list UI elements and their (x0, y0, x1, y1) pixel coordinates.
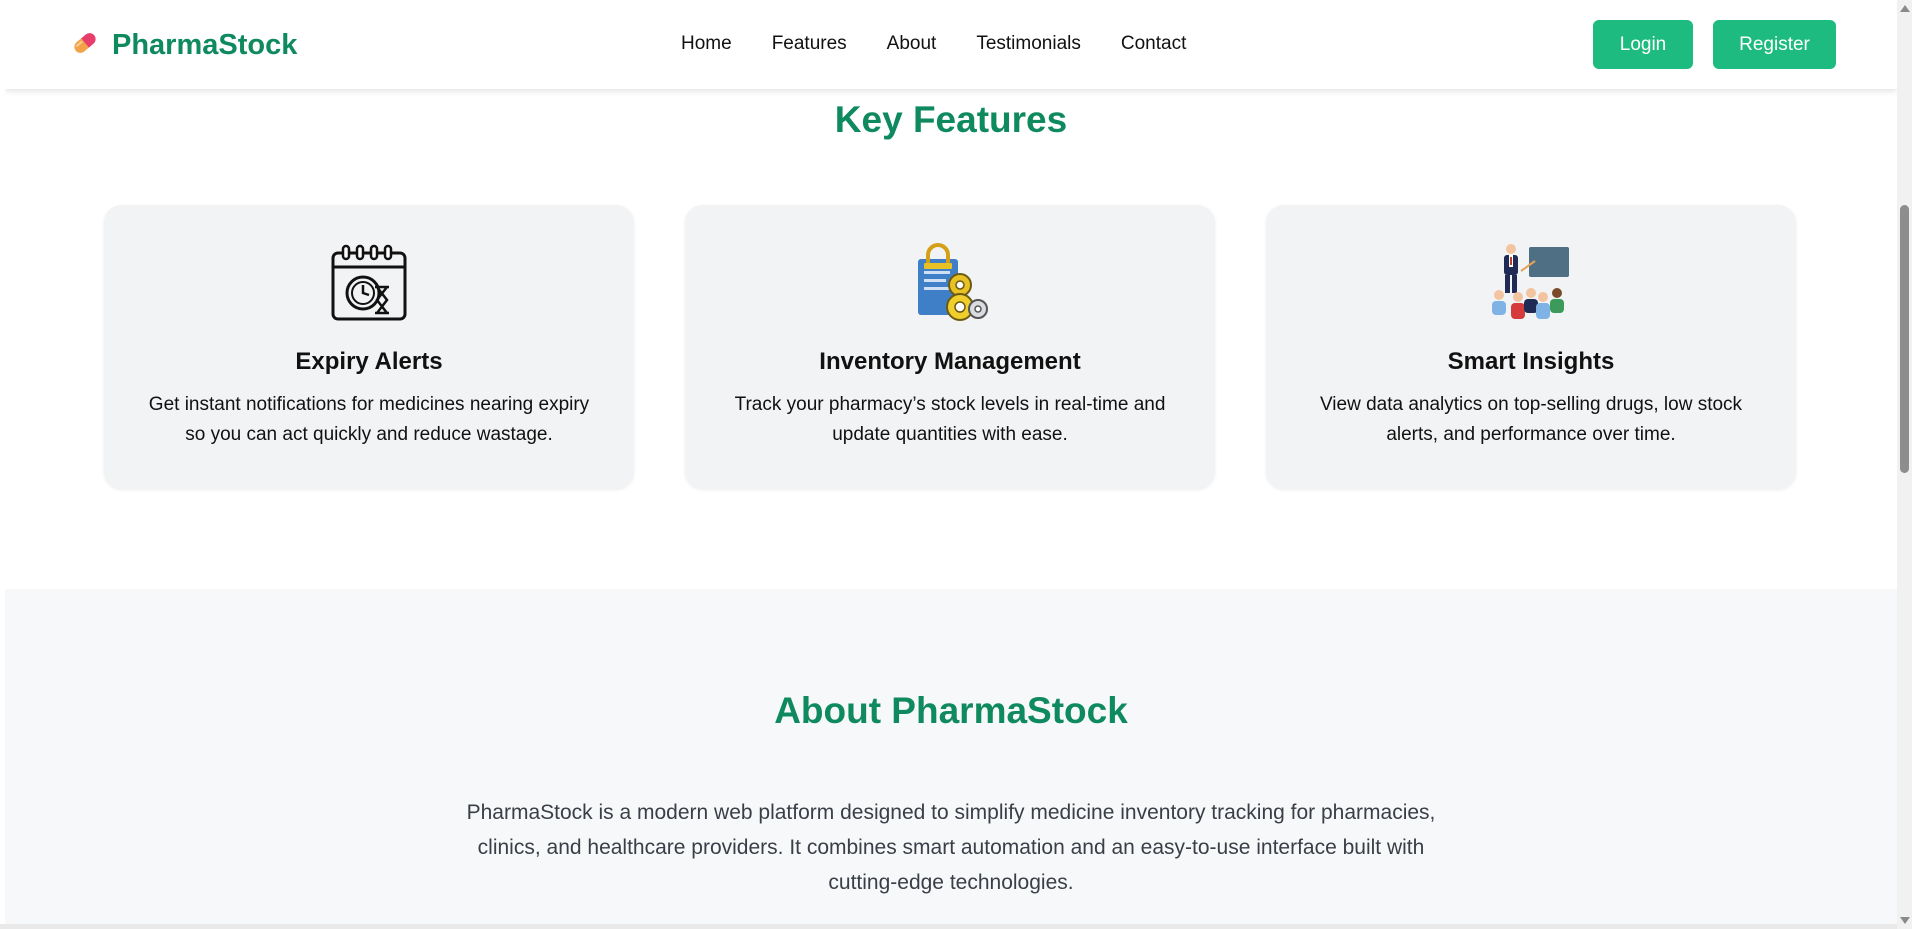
nav-link-testimonials[interactable]: Testimonials (976, 33, 1081, 55)
vertical-scrollbar[interactable] (1897, 0, 1912, 929)
presentation-audience-icon (1491, 243, 1571, 323)
features-section: Key Features Expiry Alerts Get instant n (5, 89, 1897, 589)
about-description: PharmaStock is a modern web platform des… (466, 801, 1436, 894)
inventory-lock-gear-icon (910, 243, 990, 323)
about-section: About PharmaStock PharmaStock is a moder… (5, 589, 1897, 924)
brand[interactable]: PharmaStock (70, 28, 297, 63)
about-title: About PharmaStock (774, 690, 1128, 731)
feature-card-expiry-alerts: Expiry Alerts Get instant notifications … (104, 205, 634, 489)
feature-card-description: View data analytics on top-selling drugs… (1319, 394, 1743, 445)
features-title: Key Features (834, 99, 1068, 140)
feature-card-description: Get instant notifications for medicines … (148, 394, 590, 445)
feature-card-title: Smart Insights (1447, 348, 1615, 375)
window-bottom-edge (0, 924, 1897, 929)
nav-link-home[interactable]: Home (681, 33, 732, 55)
feature-card-inventory-management: Inventory Management Track your pharmacy… (685, 205, 1215, 489)
nav-link-about[interactable]: About (887, 33, 937, 55)
page-viewport: PharmaStock Home Features About Testimon… (5, 0, 1897, 924)
login-button[interactable]: Login (1593, 20, 1693, 69)
navbar: PharmaStock Home Features About Testimon… (5, 0, 1897, 89)
feature-card-title: Inventory Management (819, 348, 1081, 375)
register-button[interactable]: Register (1713, 20, 1836, 69)
main-nav: Home Features About Testimonials Contact (681, 33, 1186, 55)
scroll-up-arrow-icon[interactable] (1900, 5, 1910, 12)
nav-link-features[interactable]: Features (772, 33, 847, 55)
scroll-down-arrow-icon[interactable] (1900, 917, 1910, 924)
feature-card-title: Expiry Alerts (295, 348, 443, 375)
feature-card-description: Track your pharmacy’s stock levels in re… (734, 394, 1166, 445)
pill-logo-icon (70, 28, 100, 63)
scrollbar-thumb[interactable] (1900, 205, 1909, 473)
calendar-clock-icon (329, 243, 409, 323)
nav-link-contact[interactable]: Contact (1121, 33, 1186, 55)
brand-name: PharmaStock (112, 29, 298, 61)
feature-card-smart-insights: Smart Insights View data analytics on to… (1266, 205, 1796, 489)
